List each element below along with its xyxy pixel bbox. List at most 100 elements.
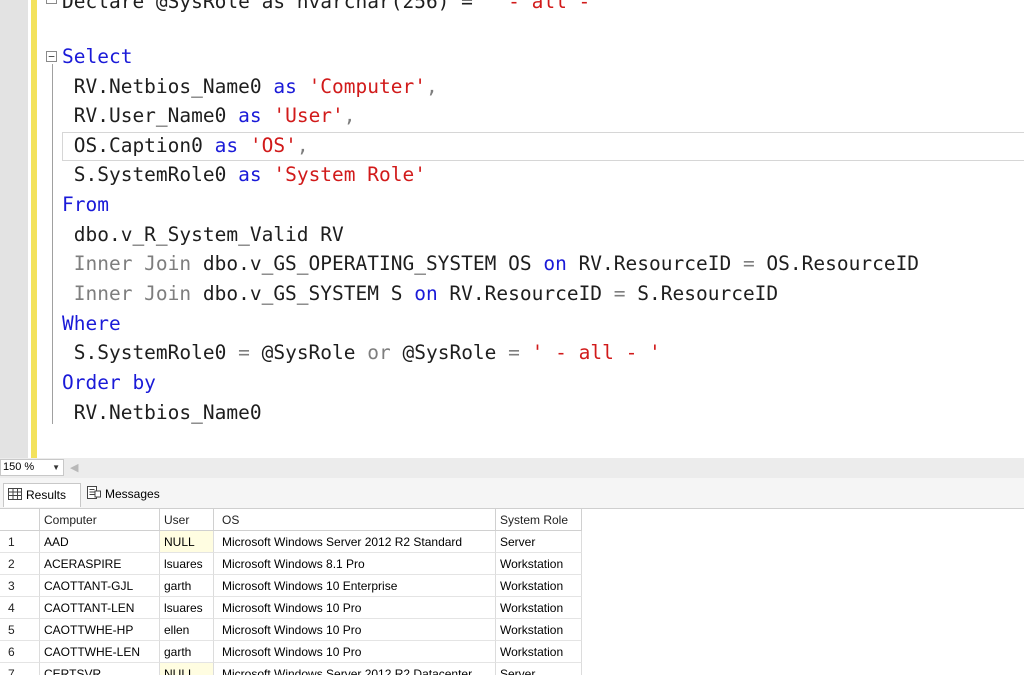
- code-line[interactable]: S.SystemRole0 = @SysRole or @SysRole = '…: [62, 338, 661, 367]
- row-number-cell[interactable]: 3: [0, 575, 40, 597]
- code-line[interactable]: RV.Netbios_Name0 as 'Computer',: [62, 72, 438, 101]
- table-row[interactable]: 3 CAOTTANT-GJL garth Microsoft Windows 10 E…: [0, 575, 582, 597]
- system-role-cell[interactable]: Workstation: [496, 641, 582, 663]
- user-cell[interactable]: garth: [160, 641, 214, 663]
- row-number-cell[interactable]: 7: [0, 663, 40, 675]
- code-text: RV.ResourceID: [566, 252, 743, 275]
- code-string: ' - all - ': [531, 341, 661, 364]
- code-string: 'OS': [249, 134, 297, 157]
- code-text: S.SystemRole0: [62, 163, 239, 186]
- row-number-cell[interactable]: 4: [0, 597, 40, 619]
- editor-gutter: [0, 0, 28, 458]
- code-line[interactable]: RV.User_Name0 as 'User',: [62, 101, 356, 130]
- computer-cell[interactable]: AAD: [40, 531, 160, 553]
- system-role-cell[interactable]: Workstation: [496, 575, 582, 597]
- row-number-cell[interactable]: 2: [0, 553, 40, 575]
- system-role-cell[interactable]: Server: [496, 531, 582, 553]
- computer-cell[interactable]: CERTSVR: [40, 663, 160, 675]
- table-row[interactable]: 7 CERTSVR NULL Microsoft Windows Server 201…: [0, 663, 582, 675]
- code-line[interactable]: From: [62, 190, 109, 219]
- table-row[interactable]: 2 ACERASPIRE lsuares Microsoft Windows 8.1 …: [0, 553, 582, 575]
- computer-cell[interactable]: CAOTTWHE-LEN: [40, 641, 160, 663]
- user-cell[interactable]: lsuares: [160, 597, 214, 619]
- os-cell[interactable]: Microsoft Windows 10 Enterprise: [214, 575, 496, 597]
- code-line[interactable]: Inner Join dbo.v_GS_OPERATING_SYSTEM OS …: [62, 249, 919, 278]
- os-cell[interactable]: Microsoft Windows 8.1 Pro: [214, 553, 496, 575]
- os-cell[interactable]: Microsoft Windows 10 Pro: [214, 641, 496, 663]
- table-row[interactable]: 6 CAOTTWHE-LEN garth Microsoft Windows 10 P…: [0, 641, 582, 663]
- code-line[interactable]: Inner Join dbo.v_GS_SYSTEM S on RV.Resou…: [62, 279, 778, 308]
- collapse-declare-icon[interactable]: −: [46, 0, 57, 4]
- header-cell-user[interactable]: User: [160, 509, 214, 531]
- code-operator: Inner Join: [62, 282, 192, 305]
- table-row[interactable]: 1 AAD NULL Microsoft Windows Server 2012 R2…: [0, 531, 582, 553]
- computer-cell[interactable]: CAOTTANT-GJL: [40, 575, 160, 597]
- user-cell[interactable]: garth: [160, 575, 214, 597]
- row-number-cell[interactable]: 1: [0, 531, 40, 553]
- grid-icon: [8, 485, 22, 507]
- code-line[interactable]: Declare @SysRole as nvarchar(256) = ' - …: [62, 0, 614, 16]
- computer-cell[interactable]: ACERASPIRE: [40, 553, 160, 575]
- os-cell[interactable]: Microsoft Windows Server 2012 R2 Standar…: [214, 531, 496, 553]
- code-string: 'System Role': [273, 163, 426, 186]
- code-keyword: Order by: [62, 371, 156, 394]
- code-text: S.ResourceID: [625, 282, 779, 305]
- code-text: RV.Netbios_Name0: [62, 75, 274, 98]
- code-line[interactable]: dbo.v_R_System_Valid RV: [62, 220, 344, 249]
- user-cell[interactable]: NULL: [160, 663, 214, 675]
- results-tab-bar: Results Messages: [0, 478, 1024, 509]
- code-operator: ,: [425, 75, 438, 98]
- code-keyword: on: [543, 252, 567, 275]
- code-text: dbo.v_R_System_Valid RV: [62, 223, 344, 246]
- tab-messages[interactable]: Messages: [83, 483, 171, 507]
- header-cell-computer[interactable]: Computer: [40, 509, 160, 531]
- code-keyword: as: [214, 134, 239, 157]
- query-editor[interactable]: − − Declare @SysRole as nvarchar(256) = …: [0, 0, 1024, 458]
- user-cell[interactable]: lsuares: [160, 553, 214, 575]
- os-cell[interactable]: Microsoft Windows 10 Pro: [214, 597, 496, 619]
- code-operator: ,: [343, 104, 356, 127]
- code-keyword: as: [238, 163, 262, 186]
- row-number-cell[interactable]: 6: [0, 641, 40, 663]
- system-role-cell[interactable]: Workstation: [496, 553, 582, 575]
- computer-cell[interactable]: CAOTTWHE-HP: [40, 619, 160, 641]
- table-row[interactable]: 5 CAOTTWHE-HP ellen Microsoft Windows 10 Pr…: [0, 619, 582, 641]
- code-line[interactable]: Order by: [62, 368, 156, 397]
- code-operator: ,: [296, 134, 309, 157]
- code-line[interactable]: Where: [62, 309, 121, 338]
- code-line[interactable]: RV.Netbios_Name0: [62, 398, 262, 427]
- code-line[interactable]: Select: [62, 42, 132, 71]
- header-cell-system-role[interactable]: System Role: [496, 509, 582, 531]
- table-row[interactable]: 4 CAOTTANT-LEN lsuares Microsoft Windows 10…: [0, 597, 582, 619]
- code-operator: =: [742, 252, 755, 275]
- code-operator: or: [367, 341, 391, 364]
- code-keyword: on: [414, 282, 438, 305]
- code-text: @SysRole: [249, 341, 368, 364]
- zoom-dropdown[interactable]: 150 % ▼: [0, 459, 64, 476]
- code-text: RV.User_Name0: [62, 104, 239, 127]
- row-number-cell[interactable]: 5: [0, 619, 40, 641]
- code-keyword: From: [62, 193, 109, 216]
- os-cell[interactable]: Microsoft Windows 10 Pro: [214, 619, 496, 641]
- system-role-cell[interactable]: Workstation: [496, 619, 582, 641]
- code-line[interactable]: OS.Caption0 as 'OS',: [62, 131, 309, 160]
- computer-cell[interactable]: CAOTTANT-LEN: [40, 597, 160, 619]
- results-grid[interactable]: Computer User OS System Role 1 AAD NULL Mic…: [0, 509, 1024, 675]
- tab-results[interactable]: Results: [3, 483, 81, 507]
- user-cell[interactable]: ellen: [160, 619, 214, 641]
- scroll-left-icon[interactable]: ◀: [70, 461, 78, 475]
- code-line[interactable]: S.SystemRole0 as 'System Role': [62, 160, 426, 189]
- user-cell[interactable]: NULL: [160, 531, 214, 553]
- system-role-cell[interactable]: Workstation: [496, 597, 582, 619]
- system-role-cell[interactable]: Server: [496, 663, 582, 675]
- os-cell[interactable]: Microsoft Windows Server 2012 R2 Datacen…: [214, 663, 496, 675]
- collapse-select-icon[interactable]: −: [46, 51, 57, 62]
- header-cell-os[interactable]: OS: [214, 509, 496, 531]
- chevron-down-icon: ▼: [52, 463, 60, 472]
- code-keyword: as: [273, 75, 297, 98]
